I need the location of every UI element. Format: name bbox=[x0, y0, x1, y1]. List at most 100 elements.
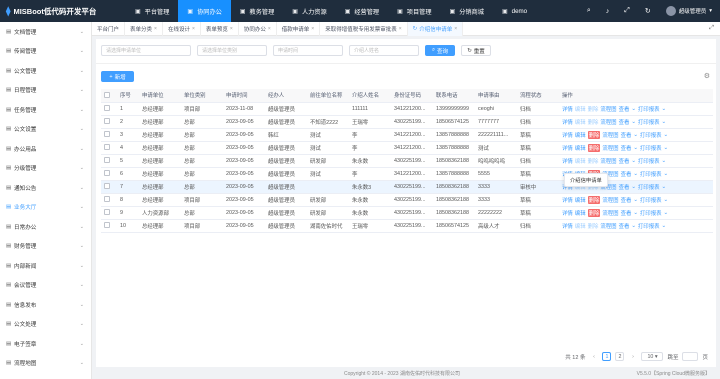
sidebar-item-7[interactable]: ▤ 分级管理 ⌄ bbox=[0, 159, 91, 179]
view-link[interactable]: 查看 bbox=[619, 222, 630, 230]
view-link[interactable]: 查看 bbox=[621, 196, 632, 204]
sidebar-item-11[interactable]: ▤ 财务管理 ⌄ bbox=[0, 237, 91, 257]
close-icon[interactable]: × bbox=[399, 26, 402, 32]
print-report-link[interactable]: 打印报表 bbox=[638, 118, 660, 126]
sidebar-item-14[interactable]: ▤ 信息发布 ⌄ bbox=[0, 295, 91, 315]
sidebar-item-6[interactable]: ▤ 办公用品 ⌄ bbox=[0, 139, 91, 159]
edit-link[interactable]: 编辑 bbox=[575, 105, 586, 113]
print-report-link[interactable]: 打印报表 bbox=[638, 183, 660, 191]
detail-link[interactable]: 详情 bbox=[562, 222, 573, 230]
detail-link[interactable]: 详情 bbox=[562, 157, 573, 165]
detail-link[interactable]: 详情 bbox=[562, 105, 573, 113]
flowchart-link[interactable]: 流程图 bbox=[602, 209, 618, 217]
edit-link[interactable]: 编辑 bbox=[575, 209, 586, 217]
fullscreen-icon[interactable]: ⤢ bbox=[624, 7, 630, 15]
row-checkbox[interactable] bbox=[104, 118, 110, 125]
close-icon[interactable]: × bbox=[154, 26, 157, 32]
page-1[interactable]: 1 bbox=[602, 352, 612, 361]
bell-icon[interactable]: ♪ bbox=[606, 8, 610, 15]
detail-link[interactable]: 详情 bbox=[562, 144, 573, 152]
edit-link[interactable]: 编辑 bbox=[575, 118, 586, 126]
print-report-link[interactable]: 打印报表 bbox=[640, 131, 662, 139]
edit-link[interactable]: 编辑 bbox=[575, 144, 586, 152]
page-size-select[interactable]: 10 ▾ bbox=[641, 352, 664, 361]
detail-link[interactable]: 详情 bbox=[562, 118, 573, 126]
view-link[interactable]: 查看 bbox=[619, 118, 630, 126]
view-link[interactable]: 查看 bbox=[621, 144, 632, 152]
delete-link[interactable]: 删除 bbox=[587, 143, 601, 152]
view-link[interactable]: 查看 bbox=[619, 157, 630, 165]
row-checkbox[interactable] bbox=[104, 170, 110, 177]
topnav-item-7[interactable]: ▣ demo bbox=[493, 0, 536, 22]
sidebar-item-13[interactable]: ▤ 会议管理 ⌄ bbox=[0, 276, 91, 296]
view-link[interactable]: 查看 bbox=[621, 209, 632, 217]
delete-link[interactable]: 删除 bbox=[587, 208, 601, 217]
introducer-input[interactable]: 介绍人姓名 bbox=[349, 45, 419, 56]
edit-link[interactable]: 编辑 bbox=[575, 131, 586, 139]
sidebar-item-9[interactable]: ▤ 业务大厅 ⌄ bbox=[0, 198, 91, 218]
row-checkbox[interactable] bbox=[104, 183, 110, 190]
tab-5[interactable]: 借款申请单 × bbox=[277, 21, 321, 36]
flowchart-link[interactable]: 流程图 bbox=[600, 105, 616, 113]
tab-4[interactable]: 协同办公 × bbox=[239, 21, 277, 36]
print-report-link[interactable]: 打印报表 bbox=[640, 196, 662, 204]
delete-link[interactable]: 删除 bbox=[588, 157, 599, 165]
tab-6[interactable]: 来取得增值税专用发票审批表 × bbox=[320, 21, 408, 36]
row-checkbox[interactable] bbox=[104, 131, 110, 138]
sidebar-item-2[interactable]: ▤ 公文管理 ⌄ bbox=[0, 61, 91, 81]
sidebar-item-10[interactable]: ▤ 日常办公 ⌄ bbox=[0, 217, 91, 237]
tab-7[interactable]: ↻ 介绍信申请单 × bbox=[407, 21, 464, 36]
reset-button[interactable]: ↻ 重置 bbox=[461, 45, 491, 56]
edit-link[interactable]: 编辑 bbox=[575, 157, 586, 165]
tab-0[interactable]: 平台门户 bbox=[92, 21, 126, 36]
flowchart-link[interactable]: 流程图 bbox=[600, 157, 616, 165]
goto-input[interactable] bbox=[682, 352, 699, 361]
topnav-item-6[interactable]: ▣ 分销商城 bbox=[441, 0, 493, 22]
close-icon[interactable]: × bbox=[454, 26, 457, 32]
flowchart-link[interactable]: 流程图 bbox=[602, 196, 618, 204]
flowchart-link[interactable]: 流程图 bbox=[602, 131, 618, 139]
add-button[interactable]: + 新增 bbox=[101, 71, 134, 82]
delete-link[interactable]: 删除 bbox=[588, 222, 599, 230]
edit-link[interactable]: 编辑 bbox=[575, 196, 586, 204]
tab-3[interactable]: 表单预览 × bbox=[201, 21, 239, 36]
detail-link[interactable]: 详情 bbox=[562, 196, 573, 204]
print-report-link[interactable]: 打印报表 bbox=[638, 222, 660, 230]
print-report-link[interactable]: 打印报表 bbox=[638, 105, 660, 113]
topnav-item-5[interactable]: ▣ 项目管理 bbox=[388, 0, 440, 22]
view-link[interactable]: 查看 bbox=[621, 131, 632, 139]
gear-icon[interactable]: ⚙ bbox=[704, 72, 710, 80]
sidebar-item-12[interactable]: ▤ 内部新闻 ⌄ bbox=[0, 256, 91, 276]
print-report-link[interactable]: 打印报表 bbox=[640, 209, 662, 217]
topnav-item-1[interactable]: ▣ 协同办公 bbox=[178, 0, 231, 22]
search-button[interactable]: ⌕ 查询 bbox=[425, 45, 455, 56]
close-icon[interactable]: × bbox=[192, 26, 195, 32]
tab-2[interactable]: 在线设计 × bbox=[163, 21, 201, 36]
close-icon[interactable]: × bbox=[230, 26, 233, 32]
next-page-icon[interactable]: › bbox=[628, 352, 638, 361]
sidebar-item-15[interactable]: ▤ 公文处理 ⌄ bbox=[0, 315, 91, 335]
row-checkbox[interactable] bbox=[104, 222, 110, 229]
sidebar-item-1[interactable]: ▤ 传阅管理 ⌄ bbox=[0, 42, 91, 62]
topnav-item-3[interactable]: ▣ 人力资源 bbox=[283, 0, 335, 22]
sidebar-item-0[interactable]: ▤ 文档管理 ⌄ bbox=[0, 22, 91, 42]
row-checkbox[interactable] bbox=[104, 105, 110, 112]
sidebar-item-8[interactable]: ▤ 通知公告 ⌄ bbox=[0, 178, 91, 198]
detail-link[interactable]: 详情 bbox=[562, 131, 573, 139]
sidebar-item-16[interactable]: ▤ 电子签章 ⌄ bbox=[0, 334, 91, 354]
close-icon[interactable]: × bbox=[268, 26, 271, 32]
topnav-item-0[interactable]: ▣ 平台管理 bbox=[126, 0, 178, 22]
flowchart-link[interactable]: 流程图 bbox=[600, 118, 616, 126]
delete-link[interactable]: 删除 bbox=[587, 195, 601, 204]
print-report-link[interactable]: 打印报表 bbox=[640, 144, 662, 152]
delete-link[interactable]: 删除 bbox=[587, 130, 601, 139]
close-icon[interactable]: × bbox=[311, 26, 314, 32]
select-all-checkbox[interactable] bbox=[104, 92, 110, 99]
topnav-item-2[interactable]: ▣ 教务管理 bbox=[231, 0, 283, 22]
row-checkbox[interactable] bbox=[104, 157, 110, 164]
topnav-item-4[interactable]: ▣ 经营管理 bbox=[336, 0, 388, 22]
delete-link[interactable]: 删除 bbox=[588, 118, 599, 126]
applicant-unit-select[interactable]: 请选择申请单位 bbox=[101, 45, 191, 56]
detail-link[interactable]: 详情 bbox=[562, 209, 573, 217]
view-link[interactable]: 查看 bbox=[619, 105, 630, 113]
